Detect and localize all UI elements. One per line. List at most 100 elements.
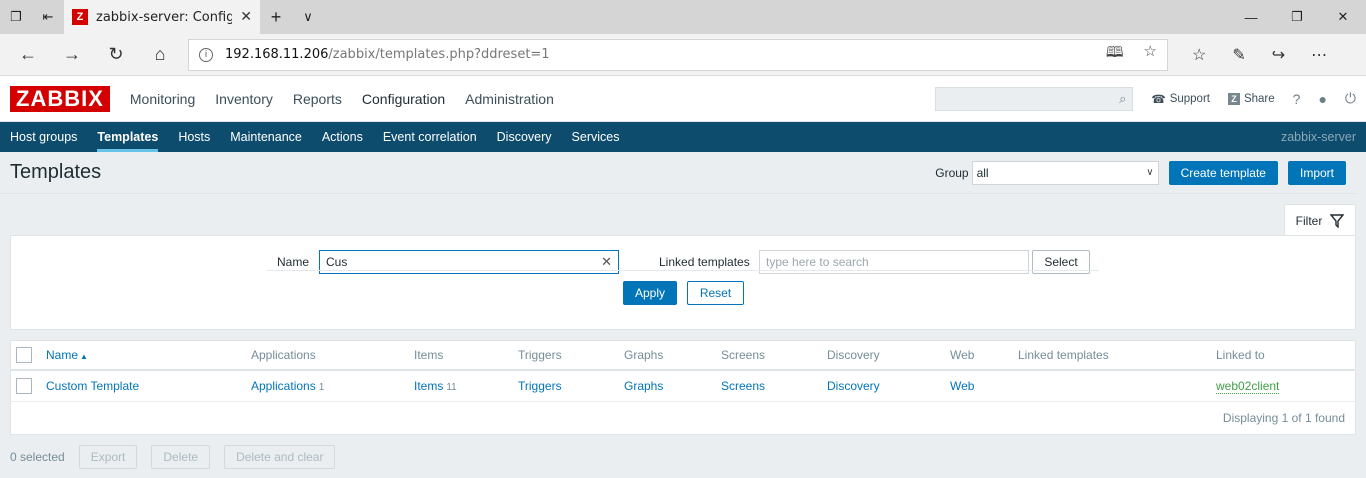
menu-administration[interactable]: Administration — [455, 91, 564, 107]
server-name: zabbix-server — [1280, 130, 1356, 144]
forward-icon[interactable]: → — [50, 44, 94, 65]
submenu-event-correlation[interactable]: Event correlation — [383, 122, 477, 152]
reading-view-icon[interactable]: 🕮 — [1106, 42, 1124, 67]
column-applications: Applications — [246, 341, 409, 371]
templates-table: Name ▲ Applications Items Triggers Graphs… — [10, 340, 1356, 435]
headset-icon: ☎ — [1151, 93, 1166, 106]
support-link[interactable]: ☎ Support — [1151, 92, 1210, 106]
favorites-list-icon[interactable]: ☆ — [1192, 45, 1206, 65]
zabbix-logo[interactable]: ZABBIX — [10, 85, 110, 112]
close-tab-icon[interactable]: ✕ — [240, 9, 252, 25]
share-label: Share — [1243, 92, 1275, 105]
screens-link[interactable]: Screens — [721, 379, 765, 393]
browser-tab-bar: ❐ ⇤ Z zabbix-server: Configura ✕ + ∨ — ❐… — [0, 0, 1366, 34]
help-icon[interactable]: ? — [1293, 91, 1301, 107]
submenu-hosts[interactable]: Hosts — [178, 122, 210, 152]
refresh-icon[interactable]: ↻ — [94, 44, 138, 65]
funnel-icon — [1330, 213, 1345, 228]
share-link[interactable]: Z Share — [1227, 92, 1275, 105]
submenu-host-groups[interactable]: Host groups — [10, 122, 77, 152]
menu-inventory[interactable]: Inventory — [205, 91, 283, 107]
column-name[interactable]: Name ▲ — [41, 341, 246, 371]
submenu-actions[interactable]: Actions — [322, 122, 363, 152]
restore-icon[interactable]: ❐ — [1274, 0, 1320, 34]
triggers-link[interactable]: Triggers — [518, 379, 562, 393]
column-linked-templates: Linked templates — [1013, 341, 1211, 371]
column-items: Items — [409, 341, 513, 371]
back-icon[interactable]: ← — [6, 44, 50, 65]
linked-host-link[interactable]: web02client — [1216, 378, 1280, 394]
more-icon[interactable]: ⋯ — [1311, 45, 1327, 65]
menu-configuration[interactable]: Configuration — [352, 91, 455, 107]
sort-ascending-icon: ▲ — [80, 352, 88, 361]
group-select[interactable]: all ∨ — [971, 160, 1159, 185]
zabbix-favicon-icon: Z — [72, 9, 88, 25]
select-all-checkbox[interactable] — [16, 347, 32, 363]
favorite-star-icon[interactable]: ☆ — [1144, 42, 1157, 67]
submenu-templates[interactable]: Templates — [97, 122, 159, 152]
column-name-label: Name — [46, 348, 79, 362]
filter-tab[interactable]: Filter — [1284, 204, 1356, 236]
selected-count: 0 selected — [10, 449, 65, 464]
sign-out-icon[interactable]: ⏻ — [1345, 90, 1356, 107]
main-menu: Monitoring Inventory Reports Configurati… — [120, 91, 564, 107]
items-link[interactable]: Items — [414, 379, 443, 393]
filter-name-value: Cus — [326, 255, 348, 269]
submenu-maintenance[interactable]: Maintenance — [230, 122, 302, 152]
url-field[interactable]: i 192.168.11.206 /zabbix/templates.php?d… — [188, 38, 1168, 71]
reset-button[interactable]: Reset — [687, 281, 744, 305]
window-close-icon[interactable]: ✕ — [1320, 0, 1366, 34]
template-name-link[interactable]: Custom Template — [46, 379, 139, 393]
filter-linked-templates-label: Linked templates — [659, 255, 750, 269]
url-path: /zabbix/templates.php?ddreset=1 — [328, 47, 550, 62]
set-aside-tabs-icon[interactable]: ⇤ — [32, 0, 64, 34]
filter-tab-label: Filter — [1295, 213, 1323, 228]
web-link[interactable]: Web — [950, 379, 974, 393]
page-title: Templates — [10, 161, 102, 183]
new-tab-icon[interactable]: + — [260, 0, 292, 34]
share-icon[interactable]: ↪ — [1272, 45, 1285, 65]
submenu-services[interactable]: Services — [572, 122, 620, 152]
mass-action-bar: 0 selected Export Delete Delete and clea… — [0, 435, 1366, 478]
delete-and-clear-button[interactable]: Delete and clear — [224, 444, 336, 469]
table-header-row: Name ▲ Applications Items Triggers Graphs… — [11, 341, 1355, 371]
support-label: Support — [1169, 92, 1210, 105]
configuration-submenu: Host groups Templates Hosts Maintenance … — [0, 122, 1366, 152]
applications-link[interactable]: Applications — [251, 379, 316, 393]
search-icon[interactable]: ⌕ — [1119, 91, 1126, 107]
home-icon[interactable]: ⌂ — [138, 44, 182, 65]
column-triggers: Triggers — [513, 341, 619, 371]
browser-address-bar: ← → ↻ ⌂ i 192.168.11.206 /zabbix/templat… — [0, 34, 1366, 76]
tab-list-chevron-icon[interactable]: ∨ — [292, 0, 324, 34]
linked-templates-cell — [1013, 370, 1211, 402]
apply-button[interactable]: Apply — [623, 281, 677, 305]
graphs-link[interactable]: Graphs — [624, 379, 663, 393]
tab-actions-icon[interactable]: ❐ — [0, 0, 32, 34]
url-host: 192.168.11.206 — [225, 47, 329, 62]
pen-icon[interactable]: ✎ — [1232, 45, 1245, 65]
filter-panel: Name Cus ✕ Linked templates type here to… — [10, 235, 1356, 330]
filter-name-label: Name — [277, 255, 310, 269]
group-label: Group — [935, 165, 969, 180]
table-footer: Displaying 1 of 1 found — [1222, 410, 1345, 425]
export-button[interactable]: Export — [78, 444, 138, 469]
zabbix-share-icon: Z — [1227, 92, 1240, 105]
items-count: 11 — [446, 381, 457, 393]
page-title-row: Templates Group all ∨ Create template Im… — [0, 152, 1356, 194]
tab-title: zabbix-server: Configura — [96, 9, 233, 25]
submenu-discovery[interactable]: Discovery — [497, 122, 552, 152]
minimize-icon[interactable]: — — [1228, 0, 1274, 34]
import-button[interactable]: Import — [1287, 160, 1346, 185]
zabbix-header: ZABBIX Monitoring Inventory Reports Conf… — [0, 76, 1366, 122]
browser-tab[interactable]: Z zabbix-server: Configura ✕ — [64, 0, 260, 34]
global-search-input[interactable]: ⌕ — [935, 86, 1134, 111]
create-template-button[interactable]: Create template — [1168, 160, 1278, 185]
menu-reports[interactable]: Reports — [283, 91, 352, 107]
clear-icon[interactable]: ✕ — [601, 254, 612, 270]
row-checkbox[interactable] — [16, 377, 32, 394]
user-profile-icon[interactable]: ● — [1318, 91, 1326, 107]
site-info-icon[interactable]: i — [199, 47, 213, 62]
menu-monitoring[interactable]: Monitoring — [120, 91, 205, 107]
delete-button[interactable]: Delete — [151, 444, 211, 469]
discovery-link[interactable]: Discovery — [827, 379, 880, 393]
